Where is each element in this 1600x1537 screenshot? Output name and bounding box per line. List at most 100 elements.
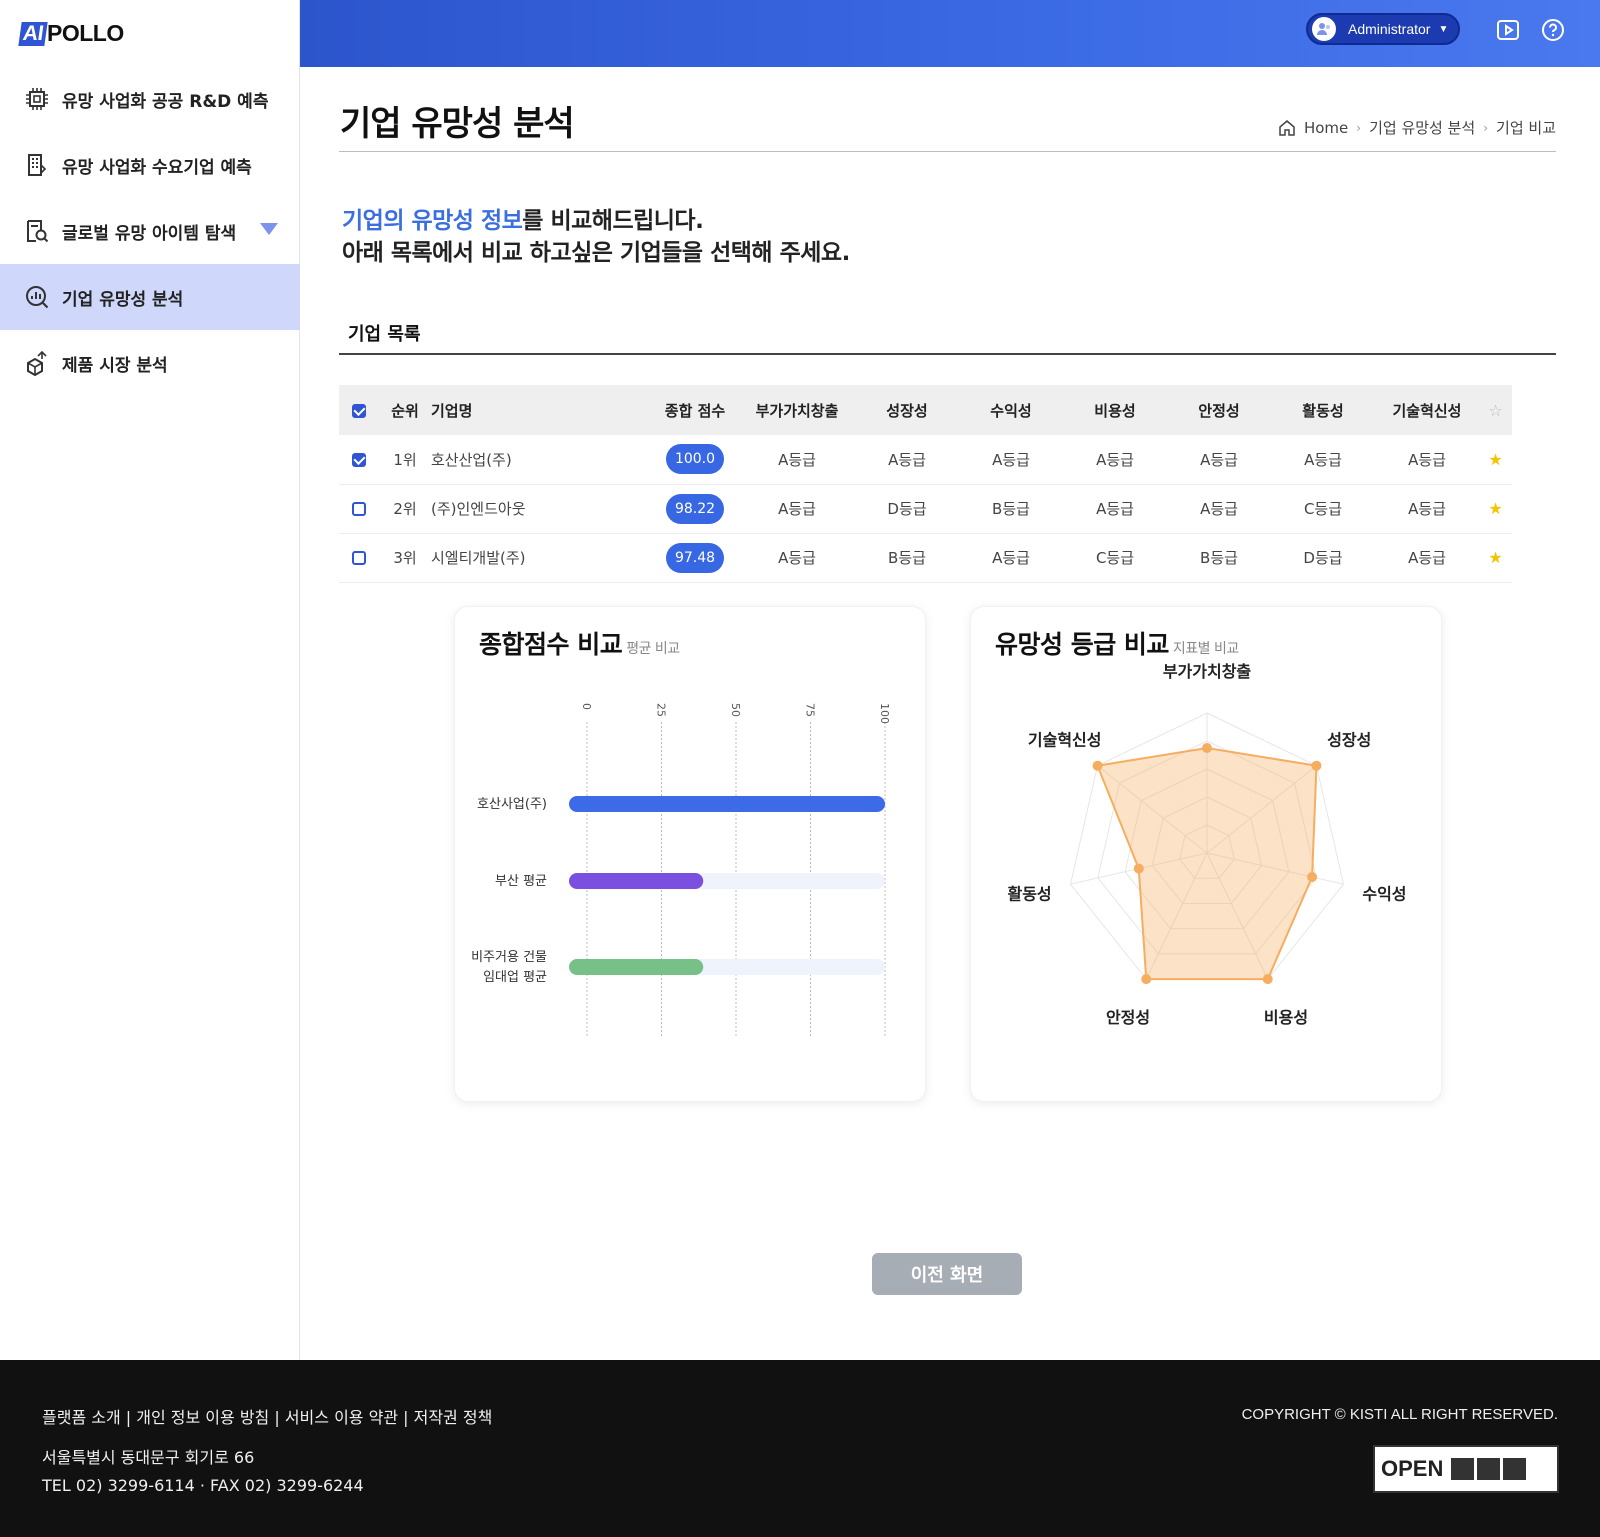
building-icon — [24, 152, 50, 178]
star-icon[interactable]: ★ — [1479, 435, 1512, 485]
category-label: 비주거용 건물 — [471, 950, 547, 965]
score-badge: 98.22 — [666, 493, 724, 524]
grade-cell: A등급 — [1063, 435, 1167, 485]
sidebar-item-market-analysis[interactable]: 제품 시장 분석 — [0, 330, 300, 396]
row-checkbox[interactable] — [339, 533, 379, 583]
license-icon — [1477, 1458, 1501, 1480]
chevron-down-icon: ▼ — [1438, 23, 1449, 35]
radar-point[interactable] — [1141, 974, 1152, 985]
total-score-bar-chart: 0 25 50 75 100 호산사업(주) 부산 평균비주거용 건물임대업 평균 — [471, 703, 891, 1037]
company-name-cell[interactable]: 호산산업(주) — [431, 435, 651, 485]
table-header-row: 순위 기업명 종합 점수 부가가치창출 성장성 수익성 비용성 안정성 활동성 … — [339, 385, 1512, 435]
grade-cell: B등급 — [1167, 533, 1271, 583]
grade-cell: A등급 — [959, 533, 1063, 583]
col-stability[interactable]: 안정성 — [1167, 385, 1271, 435]
grade-cell: A등급 — [1375, 484, 1479, 534]
col-growth[interactable]: 성장성 — [855, 385, 959, 435]
intro-text: 기업의 유망성 정보를 비교해드립니다. 아래 목록에서 비교 하고싶은 기업들… — [342, 208, 850, 266]
score-badge: 97.48 — [666, 542, 724, 573]
user-avatar-icon — [1312, 17, 1336, 41]
category-label: 부산 평균 — [495, 874, 547, 889]
grade-cell: A등급 — [1375, 435, 1479, 485]
radar-series-area — [1096, 746, 1318, 981]
grade-radar-chart-card: 유망성 등급 비교 지표별 비교 부가가치창출 성장성 수익성 비용성 안정성 활동성 기술혁… — [970, 606, 1442, 1102]
prev-screen-button[interactable]: 이전 화면 — [872, 1253, 1022, 1295]
bar[interactable] — [569, 959, 704, 975]
table-row[interactable]: 3위 시엘티개발(주) 97.48 A등급 B등급 A등급 C등급 B등급 D등급 A등급 ★ — [339, 533, 1512, 583]
grade-cell: A등급 — [739, 435, 855, 485]
col-total-score[interactable]: 종합 점수 — [651, 385, 739, 435]
footer: 플랫폼 소개 | 개인 정보 이용 방침 | 서비스 이용 약관 | 저작권 정… — [0, 1360, 1600, 1537]
chevron-down-icon[interactable] — [260, 223, 278, 235]
x-tick-label: 0 — [580, 703, 593, 710]
sidebar: AI POLLO 유망 사업화 공공 R&D 예측 유망 사업화 수요기업 예측 … — [0, 0, 300, 1360]
breadcrumb: Home › 기업 유망성 분석 › 기업 비교 — [1278, 117, 1556, 138]
score-badge: 100.0 — [666, 444, 724, 475]
sidebar-item-company-analysis[interactable]: 기업 유망성 분석 — [0, 264, 300, 330]
bar[interactable] — [569, 796, 885, 812]
play-video-icon[interactable] — [1496, 18, 1520, 42]
company-name-cell[interactable]: (주)인엔드아웃 — [431, 484, 651, 534]
row-checkbox[interactable] — [339, 484, 379, 534]
sidebar-nav: 유망 사업화 공공 R&D 예측 유망 사업화 수요기업 예측 글로벌 유망 아… — [0, 66, 300, 396]
col-rank[interactable]: 순위 — [379, 385, 431, 435]
sidebar-item-rnd-prediction[interactable]: 유망 사업화 공공 R&D 예측 — [0, 66, 300, 132]
radar-point[interactable] — [1262, 974, 1273, 985]
radar-point[interactable] — [1311, 760, 1322, 771]
breadcrumb-company-analysis[interactable]: 기업 유망성 분석 — [1369, 117, 1475, 138]
grade-cell: D등급 — [855, 484, 959, 534]
divider — [339, 353, 1556, 355]
category-label: 임대업 평균 — [483, 970, 547, 985]
chip-icon — [24, 86, 50, 112]
table-row[interactable]: 1위 호산산업(주) 100.0 A등급 A등급 A등급 A등급 A등급 A등급 A등급 ★ — [339, 435, 1512, 485]
sidebar-item-demand-prediction[interactable]: 유망 사업화 수요기업 예측 — [0, 132, 300, 198]
grade-cell: B등급 — [959, 484, 1063, 534]
select-all-checkbox[interactable] — [339, 385, 379, 435]
user-menu-button[interactable]: Administrator ▼ — [1306, 13, 1460, 45]
home-icon[interactable] — [1278, 119, 1296, 137]
box-growth-icon — [24, 350, 50, 376]
radar-axis-label: 비용성 — [1264, 1008, 1308, 1027]
col-cost[interactable]: 비용성 — [1063, 385, 1167, 435]
grade-cell: A등급 — [855, 435, 959, 485]
bar[interactable] — [569, 873, 704, 889]
apollo-logo[interactable]: AI POLLO — [18, 20, 124, 47]
grade-cell: A등급 — [739, 533, 855, 583]
col-tech-innovation[interactable]: 기술혁신성 — [1375, 385, 1479, 435]
col-value-creation[interactable]: 부가가치창출 — [739, 385, 855, 435]
col-company-name[interactable]: 기업명 — [431, 385, 651, 435]
row-checkbox[interactable] — [339, 435, 379, 485]
footer-links[interactable]: 플랫폼 소개 | 개인 정보 이용 방침 | 서비스 이용 약관 | 저작권 정… — [42, 1404, 492, 1428]
license-icon — [1451, 1458, 1475, 1480]
grade-cell: A등급 — [1063, 484, 1167, 534]
col-activity[interactable]: 활동성 — [1271, 385, 1375, 435]
radar-axis-label: 성장성 — [1327, 731, 1371, 750]
radar-point[interactable] — [1092, 760, 1103, 771]
grade-cell: A등급 — [1167, 484, 1271, 534]
grade-cell: A등급 — [959, 435, 1063, 485]
table-row[interactable]: 2위 (주)인엔드아웃 98.22 A등급 D등급 B등급 A등급 A등급 C등급 A등급 ★ — [339, 484, 1512, 534]
radar-point[interactable] — [1202, 743, 1212, 753]
company-list-title: 기업 목록 — [348, 324, 421, 345]
company-name-cell[interactable]: 시엘티개발(주) — [431, 533, 651, 583]
chevron-right-icon: › — [1356, 120, 1362, 135]
help-icon[interactable] — [1541, 18, 1565, 42]
license-icon — [1503, 1458, 1527, 1480]
radar-axis-label: 부가가치창출 — [1163, 662, 1252, 681]
breadcrumb-home[interactable]: Home — [1304, 119, 1348, 137]
grade-cell: A등급 — [1375, 533, 1479, 583]
divider — [339, 151, 1556, 152]
star-icon[interactable]: ★ — [1479, 533, 1512, 583]
x-tick-label: 75 — [804, 703, 817, 717]
grade-cell: A등급 — [1271, 435, 1375, 485]
star-outline-icon[interactable]: ☆ — [1479, 385, 1512, 435]
star-icon[interactable]: ★ — [1479, 484, 1512, 534]
grade-cell: D등급 — [1271, 533, 1375, 583]
sidebar-item-global-items[interactable]: 글로벌 유망 아이템 탐색 — [0, 198, 300, 264]
radar-point[interactable] — [1133, 863, 1144, 874]
radar-point[interactable] — [1307, 871, 1318, 882]
radar-axis-label: 기술혁신성 — [1028, 731, 1102, 750]
grade-cell: B등급 — [855, 533, 959, 583]
col-profitability[interactable]: 수익성 — [959, 385, 1063, 435]
grade-cell: C등급 — [1063, 533, 1167, 583]
